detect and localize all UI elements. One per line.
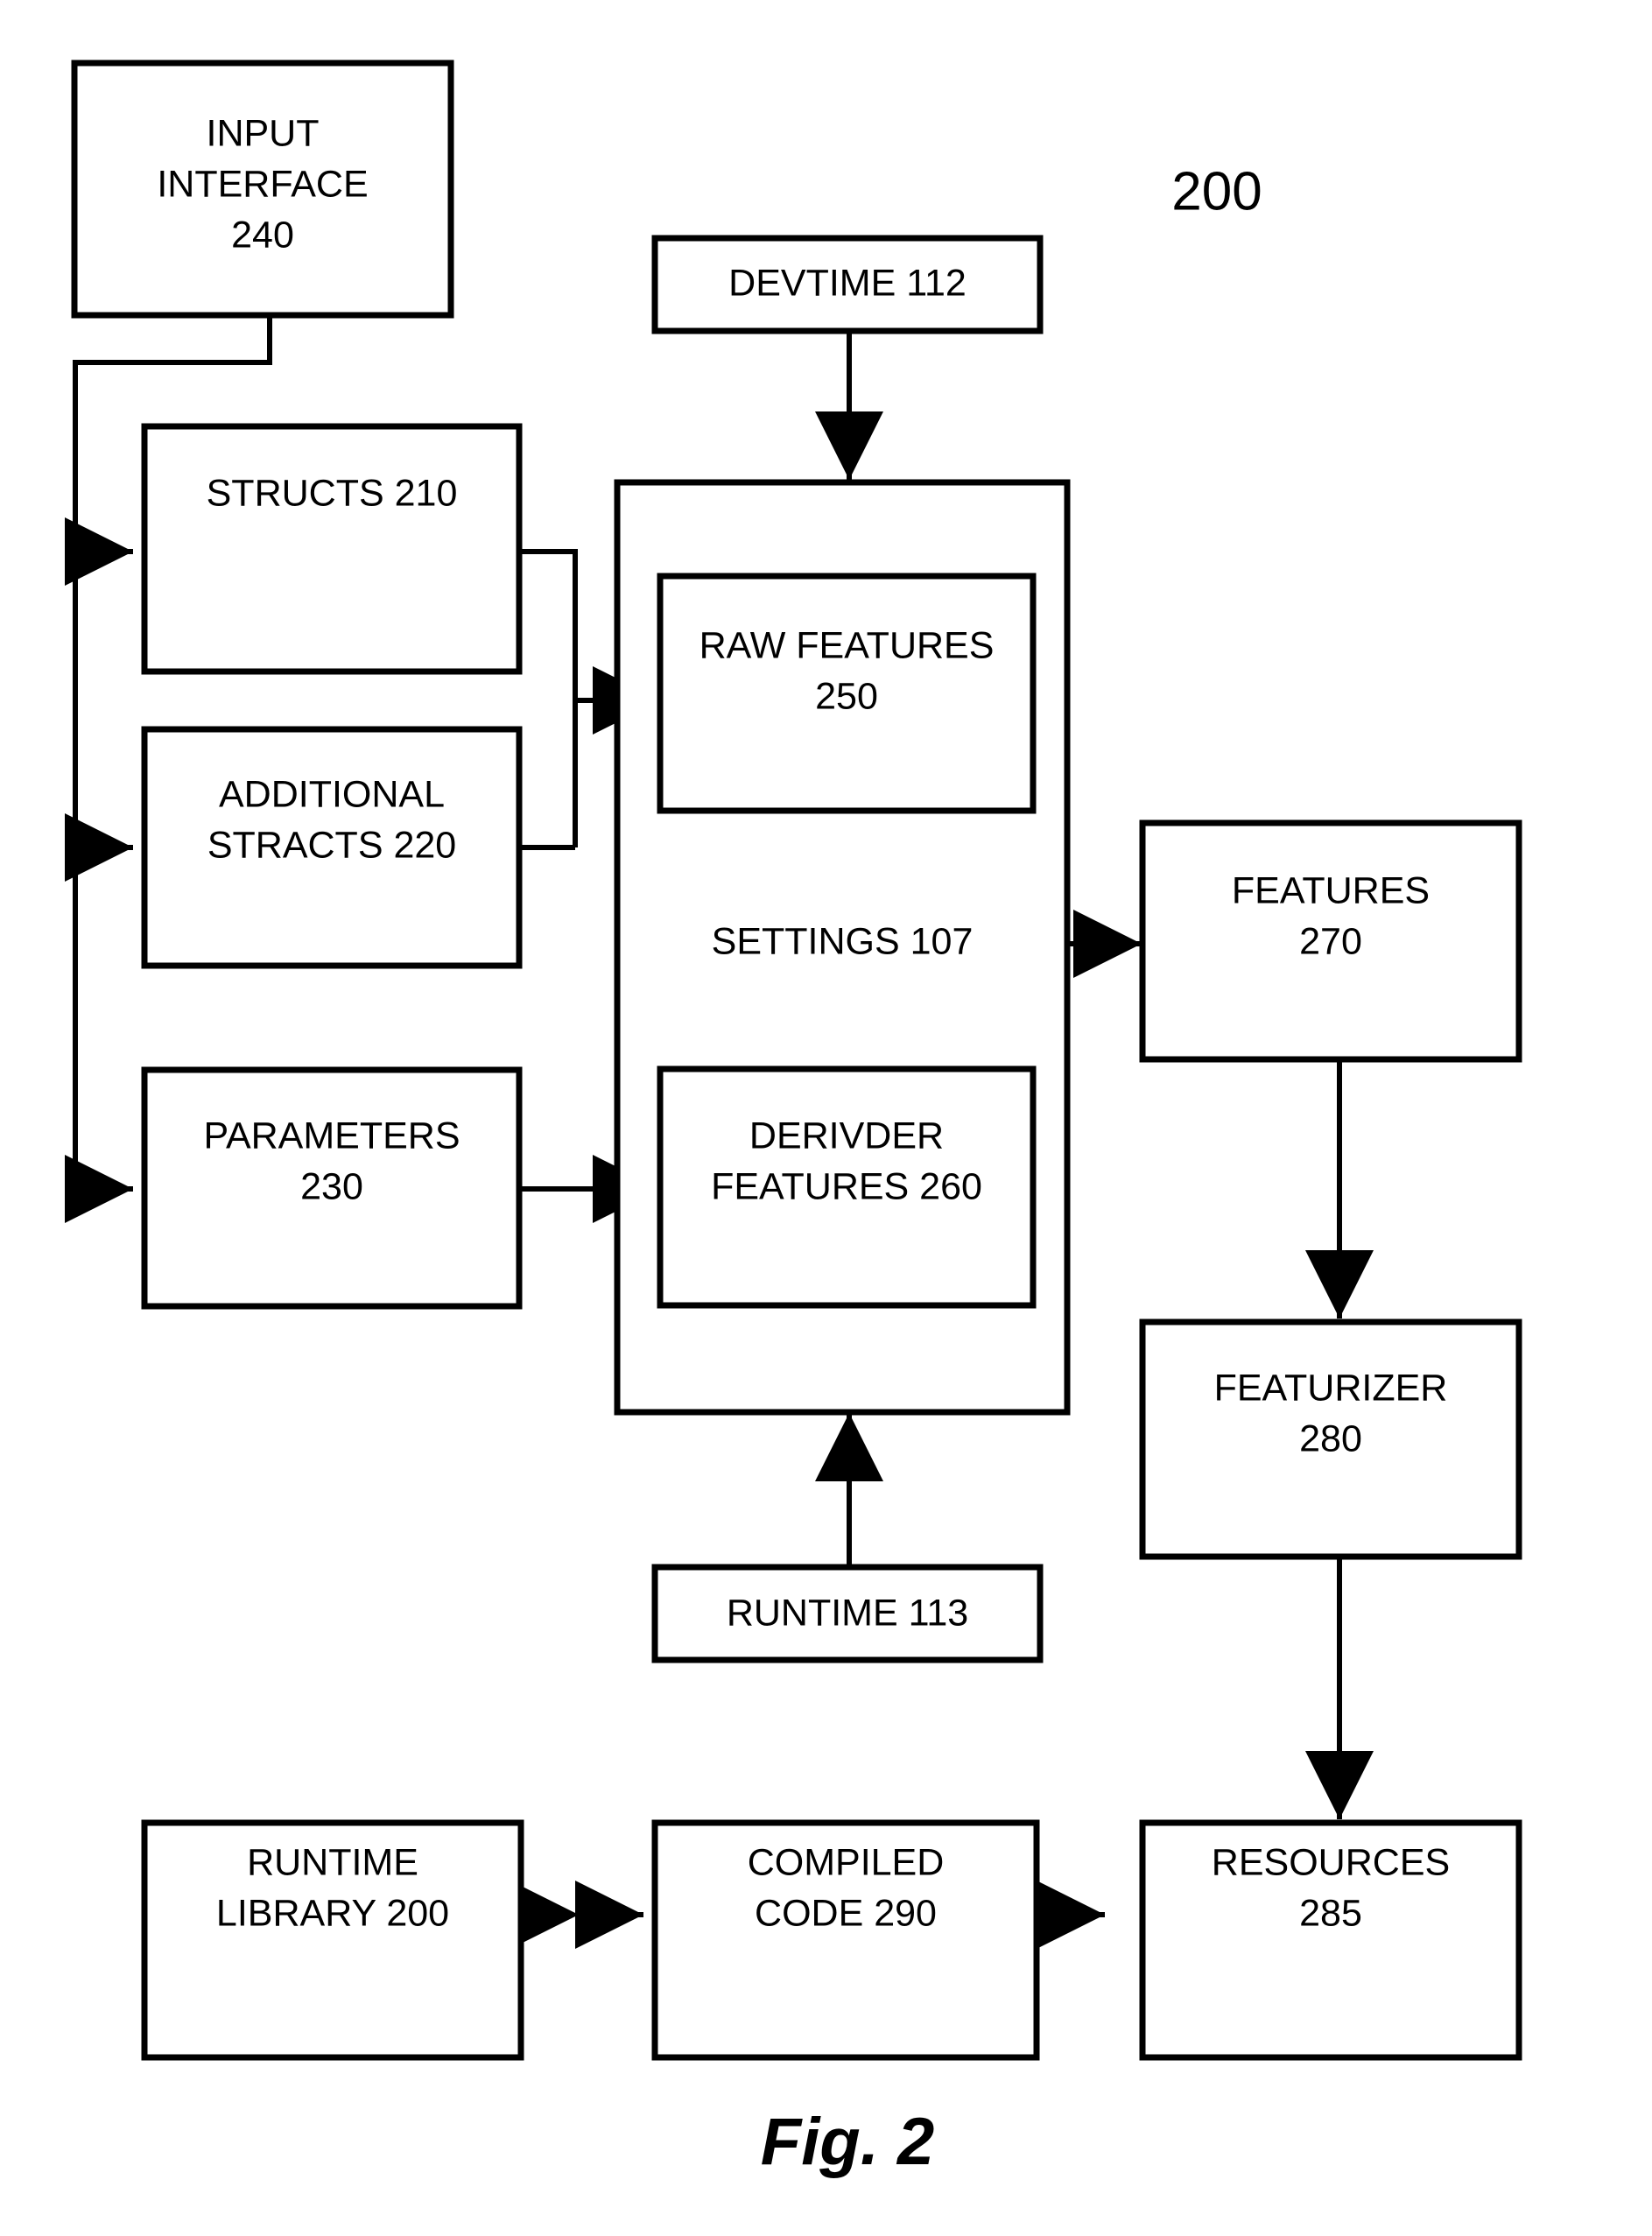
node-derivder-features-label-line2: FEATURES 260 (711, 1165, 982, 1207)
node-raw-features-label-line2: 250 (815, 675, 878, 717)
node-settings-label: SETTINGS 107 (712, 920, 974, 962)
node-features-label-line2: 270 (1299, 920, 1362, 962)
node-featurizer-label-line2: 280 (1299, 1417, 1362, 1459)
figure-caption: Fig. 2 (761, 2105, 934, 2179)
node-compiled-code-label-line2: CODE 290 (755, 1892, 937, 1934)
node-features-label-line1: FEATURES (1232, 869, 1430, 911)
node-featurizer[interactable]: FEATURIZER 280 (1139, 1318, 1522, 1560)
figure-reference-numeral: 200 (1171, 161, 1262, 221)
node-input-interface-label-line1: INPUT (207, 112, 320, 154)
node-compiled-code-label-line1: COMPILED (748, 1841, 945, 1883)
node-features[interactable]: FEATURES 270 (1139, 819, 1522, 1063)
node-input-interface-label-line2: INTERFACE (157, 163, 368, 205)
node-runtime-label: RUNTIME 113 (727, 1592, 968, 1634)
node-input-interface-label-line3: 240 (231, 214, 294, 256)
node-runtime-library[interactable]: RUNTIME LIBRARY 200 (141, 1819, 524, 2061)
node-raw-features[interactable]: RAW FEATURES 250 (657, 573, 1037, 814)
node-devtime-label: DEVTIME 112 (728, 262, 967, 304)
node-parameters[interactable]: PARAMETERS 230 (141, 1066, 523, 1310)
node-parameters-label-line2: 230 (300, 1165, 363, 1207)
node-structs[interactable]: STRUCTS 210 (141, 423, 523, 675)
node-runtime-library-label-line1: RUNTIME (247, 1841, 418, 1883)
node-runtime-library-label-line2: LIBRARY 200 (216, 1892, 449, 1934)
node-parameters-label-line1: PARAMETERS (203, 1114, 460, 1157)
figure-page: INPUT INTERFACE 240 DEVTIME 112 200 STRU… (0, 0, 1652, 2236)
node-additional-stracts[interactable]: ADDITIONAL STRACTS 220 (141, 726, 523, 969)
node-raw-features-label-line1: RAW FEATURES (699, 624, 995, 666)
node-additional-stracts-label-line1: ADDITIONAL (219, 773, 445, 815)
node-resources[interactable]: RESOURCES 285 (1139, 1819, 1522, 2061)
node-input-interface[interactable]: INPUT INTERFACE 240 (71, 60, 454, 319)
node-derivder-features[interactable]: DERIVDER FEATURES 260 (657, 1065, 1037, 1309)
node-devtime[interactable]: DEVTIME 112 (651, 235, 1044, 334)
node-resources-label-line2: 285 (1299, 1892, 1362, 1934)
node-additional-stracts-label-line2: STRACTS 220 (207, 824, 456, 866)
node-structs-label: STRUCTS 210 (207, 472, 458, 514)
node-compiled-code[interactable]: COMPILED CODE 290 (651, 1819, 1040, 2061)
node-derivder-features-label-line1: DERIVDER (749, 1114, 944, 1157)
block-diagram: INPUT INTERFACE 240 DEVTIME 112 200 STRU… (65, 60, 1522, 2179)
node-resources-label-line1: RESOURCES (1212, 1841, 1450, 1883)
node-structs-box (141, 423, 523, 675)
node-runtime[interactable]: RUNTIME 113 (651, 1564, 1044, 1663)
connector-structs-to-merge (520, 549, 578, 847)
node-featurizer-label-line1: FEATURIZER (1214, 1367, 1448, 1409)
